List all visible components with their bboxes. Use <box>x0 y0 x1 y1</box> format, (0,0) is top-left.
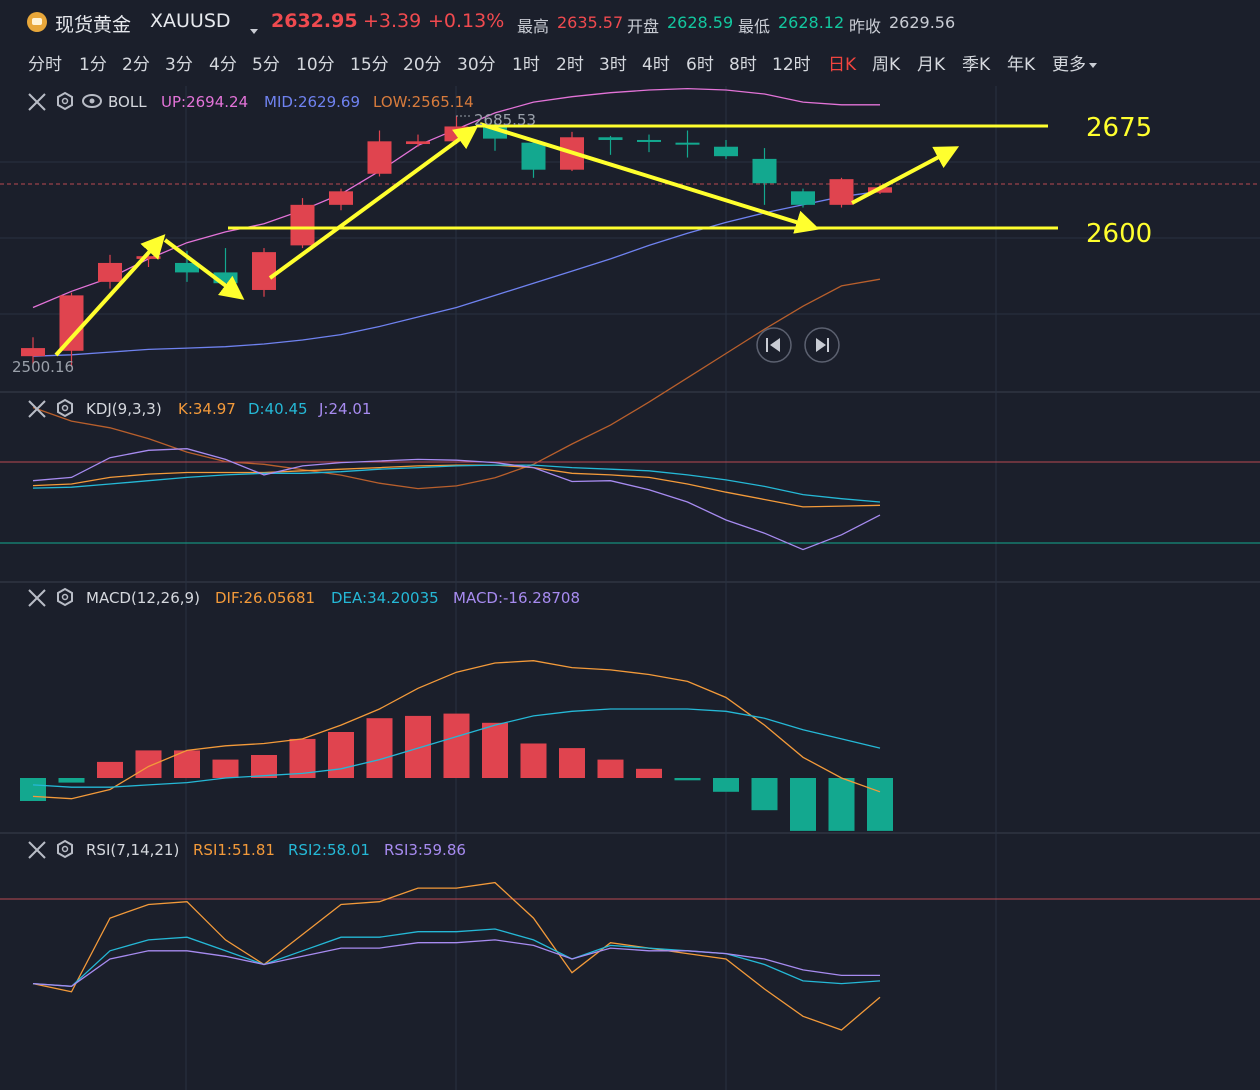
macd-panel-header: MACD(12,26,9) DIF:26.05681 DEA:34.20035 … <box>28 587 580 607</box>
scroll-start-button[interactable] <box>756 327 792 363</box>
candle-17 <box>675 130 700 158</box>
candle-body <box>752 158 777 184</box>
candle-6 <box>252 248 276 297</box>
candle-body <box>714 146 738 157</box>
candle-body <box>98 262 122 282</box>
boll-up-value: UP:2694.24 <box>161 93 248 111</box>
candle-8 <box>329 188 353 211</box>
eye-icon[interactable] <box>82 94 102 108</box>
close-icon[interactable] <box>28 400 46 418</box>
min-price-label: 2500.16 <box>12 358 74 376</box>
candle-body <box>59 295 84 351</box>
macd-bar-22 <box>867 778 893 831</box>
candle-20 <box>791 188 815 208</box>
candle-13 <box>521 139 546 178</box>
candle-10 <box>406 134 430 147</box>
macd-dif-value: DIF:26.05681 <box>215 589 315 607</box>
candle-body <box>521 142 546 170</box>
rsi-name: RSI(7,14,21) <box>86 841 179 859</box>
macd-name: MACD(12,26,9) <box>86 589 200 607</box>
candle-body <box>290 204 315 246</box>
candle-7 <box>290 198 315 249</box>
rsi-lines <box>0 881 1260 1031</box>
settings-icon[interactable] <box>57 839 73 859</box>
kdj-name: KDJ(9,3,3) <box>86 400 162 418</box>
macd-bar-21 <box>828 778 855 831</box>
candle-body <box>252 252 276 290</box>
candle-body <box>136 256 161 259</box>
kdj-d-value: D:40.45 <box>248 400 308 418</box>
macd-bar-16 <box>636 768 662 778</box>
settings-icon[interactable] <box>57 91 73 111</box>
macd-bar-12 <box>482 722 508 778</box>
candle-18 <box>714 139 738 159</box>
close-icon[interactable] <box>28 589 46 607</box>
macd-bar-10 <box>405 715 431 778</box>
candle-body <box>675 142 700 145</box>
close-icon[interactable] <box>28 841 46 859</box>
macd-bar-3 <box>135 750 162 778</box>
trend-arrow-4 <box>851 146 960 205</box>
kdj-k-value: K:34.97 <box>178 400 236 418</box>
level-2675-label: 2675 <box>1086 113 1152 143</box>
rsi1-value: RSI1:51.81 <box>193 841 275 859</box>
max-price-label: 2685.53 <box>474 111 536 129</box>
candle-body <box>367 141 392 174</box>
macd-bar-8 <box>328 732 354 778</box>
macd-macd-value: MACD:-16.28708 <box>453 589 580 607</box>
boll-panel-header: BOLL UP:2694.24 MID:2629.69 LOW:2565.14 <box>28 91 474 111</box>
candle-body <box>598 137 623 140</box>
chart-area[interactable]: BOLL UP:2694.24 MID:2629.69 LOW:2565.14 … <box>0 0 1260 1090</box>
trend-annotations <box>54 122 1058 357</box>
macd-bar-14 <box>559 748 585 778</box>
candle-body <box>406 141 430 145</box>
boll-name: BOLL <box>108 93 147 111</box>
rsi3-value: RSI3:59.86 <box>384 841 466 859</box>
candle-body <box>21 348 45 357</box>
kdj-j-value: J:24.01 <box>318 400 371 418</box>
candle-body <box>829 179 854 205</box>
macd-bar-13 <box>520 743 547 778</box>
close-icon[interactable] <box>28 93 46 111</box>
candle-body <box>329 191 353 205</box>
macd-dea-value: DEA:34.20035 <box>331 589 439 607</box>
candle-15 <box>598 135 623 155</box>
macd-bar-9 <box>366 718 393 778</box>
macd-bar-18 <box>713 778 739 792</box>
settings-icon[interactable] <box>57 398 73 418</box>
macd-bar-17 <box>674 778 701 781</box>
level-2600-label: 2600 <box>1086 219 1152 249</box>
macd-bar-2 <box>97 761 123 778</box>
macd-bar-11 <box>443 713 470 778</box>
rsi2-value: RSI2:58.01 <box>288 841 370 859</box>
candle-16 <box>637 134 661 153</box>
candle-9 <box>367 130 392 177</box>
candle-21 <box>829 177 854 208</box>
settings-icon[interactable] <box>57 587 73 607</box>
boll-low-value: LOW:2565.14 <box>373 93 474 111</box>
macd-bar-20 <box>790 778 816 831</box>
candle-body <box>637 139 661 142</box>
grid-lines <box>0 86 1260 1090</box>
macd-bar-19 <box>751 778 778 811</box>
macd-bar-1 <box>58 778 85 783</box>
kdj-panel-header: KDJ(9,3,3) K:34.97 D:40.45 J:24.01 <box>28 398 371 418</box>
boll-mid-value: MID:2629.69 <box>264 93 360 111</box>
kdj-lines <box>0 448 1260 551</box>
scroll-end-button[interactable] <box>804 327 840 363</box>
rsi-panel-header: RSI(7,14,21) RSI1:51.81 RSI2:58.01 RSI3:… <box>28 839 466 859</box>
macd-bar-5 <box>212 759 239 778</box>
candle-body <box>791 191 815 205</box>
macd-bar-15 <box>597 759 624 778</box>
candle-19 <box>752 148 777 205</box>
